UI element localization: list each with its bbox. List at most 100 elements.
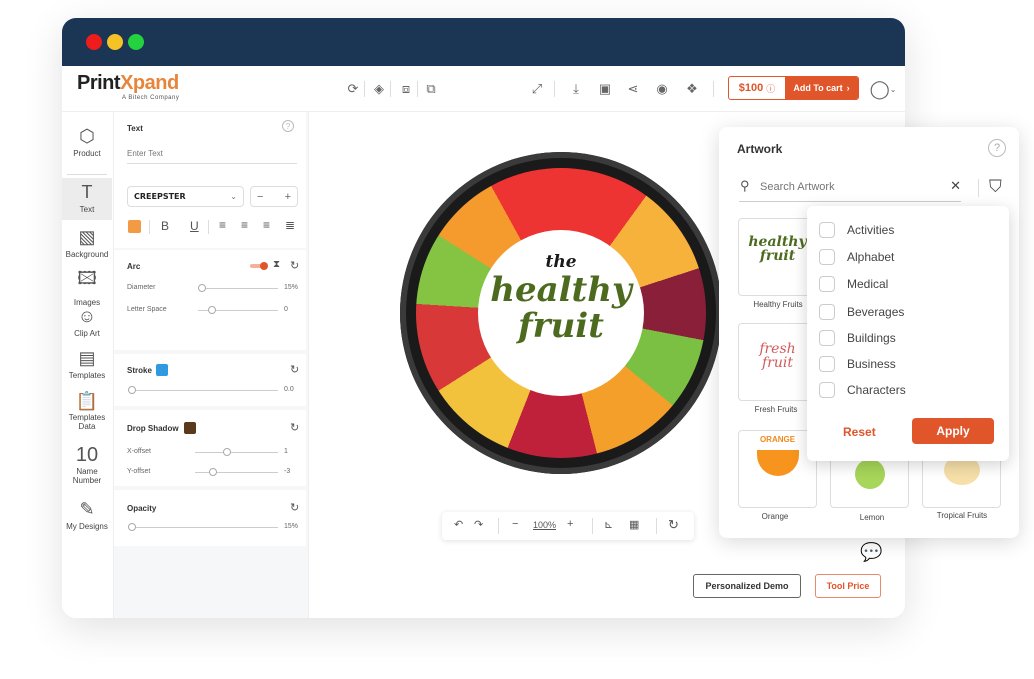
- flip-icon[interactable]: ⧗: [273, 259, 280, 270]
- minimize-dot[interactable]: [107, 34, 123, 50]
- help-icon[interactable]: ?: [282, 120, 294, 132]
- redo-icon[interactable]: ↷: [474, 518, 483, 531]
- layers-icon[interactable]: ◈: [371, 81, 387, 97]
- tool-price-button[interactable]: Tool Price: [815, 574, 881, 598]
- filter-option[interactable]: Buildings: [819, 330, 896, 346]
- zoom-in-icon[interactable]: +: [567, 518, 573, 530]
- filter-option[interactable]: Beverages: [819, 304, 904, 320]
- checkbox[interactable]: [819, 330, 835, 346]
- shadow-color-swatch[interactable]: [184, 422, 196, 434]
- label-circle[interactable]: the healthy fruit: [478, 230, 644, 396]
- chat-icon[interactable]: 💬: [860, 542, 882, 563]
- reset-icon[interactable]: ↻: [290, 501, 299, 514]
- design-text-healthy[interactable]: healthy: [478, 272, 644, 308]
- text-color-swatch[interactable]: [128, 220, 141, 233]
- x-offset-slider[interactable]: [195, 448, 278, 456]
- checkbox[interactable]: [819, 222, 835, 238]
- price-display[interactable]: $100 ⓘ: [729, 77, 785, 99]
- undo-icon[interactable]: ↶: [454, 518, 463, 531]
- y-offset-slider[interactable]: [195, 468, 278, 476]
- text-input[interactable]: [127, 144, 297, 164]
- bring-front-icon[interactable]: ⧈: [398, 81, 414, 97]
- diameter-slider[interactable]: [198, 284, 278, 292]
- personalized-demo-button[interactable]: Personalized Demo: [693, 574, 801, 598]
- sidebar-item-background[interactable]: ▧ Background: [62, 227, 112, 259]
- sidebar-item-templates[interactable]: ▤ Templates: [62, 348, 112, 380]
- apply-button[interactable]: Apply: [912, 418, 994, 444]
- 3d-view-icon[interactable]: ❖: [684, 81, 700, 97]
- plus-icon[interactable]: +: [285, 191, 291, 203]
- align-center-icon[interactable]: ≡: [241, 218, 248, 232]
- search-input[interactable]: [760, 177, 940, 197]
- fullscreen-icon[interactable]: ⤢: [529, 81, 545, 97]
- clear-icon[interactable]: ✕: [950, 178, 961, 194]
- opacity-slider[interactable]: [128, 523, 278, 531]
- refresh-icon[interactable]: ⟳: [345, 81, 361, 97]
- search-field[interactable]: ⚲ ✕: [739, 175, 961, 202]
- artwork-thumb-healthy-fruits[interactable]: healthy fruit: [738, 218, 817, 296]
- artwork-label: Tropical Fruits: [936, 511, 988, 520]
- justify-icon[interactable]: ≣: [285, 218, 295, 232]
- reset-icon[interactable]: ↻: [290, 363, 299, 376]
- stroke-color-swatch[interactable]: [156, 364, 168, 376]
- arc-toggle[interactable]: [250, 262, 268, 270]
- bold-icon[interactable]: B: [161, 219, 169, 233]
- zoom-out-icon[interactable]: −: [512, 518, 518, 530]
- help-icon[interactable]: ?: [988, 139, 1006, 157]
- filter-option[interactable]: Business: [819, 356, 896, 372]
- download-icon[interactable]: ⤓: [568, 81, 584, 97]
- maximize-dot[interactable]: [128, 34, 144, 50]
- underline-icon[interactable]: U: [190, 219, 199, 233]
- checkbox[interactable]: [819, 276, 835, 292]
- thumb-badge: ORANGE: [759, 435, 796, 444]
- design-text-fruit[interactable]: fruit: [478, 308, 644, 344]
- letter-space-slider[interactable]: [198, 306, 278, 314]
- stroke-slider[interactable]: [128, 386, 278, 394]
- filter-option[interactable]: Activities: [819, 222, 894, 238]
- save-icon[interactable]: ▣: [597, 81, 613, 97]
- sidebar-label: Clip Art: [74, 329, 100, 338]
- close-dot[interactable]: [86, 34, 102, 50]
- artwork-thumb-orange[interactable]: ORANGE: [738, 430, 817, 508]
- share-icon[interactable]: ⋖: [625, 81, 641, 97]
- user-avatar-icon[interactable]: ◯ ⌄: [870, 79, 897, 99]
- grid-icon[interactable]: ▦: [629, 518, 639, 531]
- filter-icon[interactable]: ⛉: [989, 177, 1002, 197]
- filter-option[interactable]: Alphabet: [819, 249, 894, 265]
- sidebar-item-product[interactable]: ⬡ Product: [62, 126, 112, 158]
- ruler-icon[interactable]: ⊾: [604, 518, 613, 531]
- sidebar-item-text[interactable]: T Text: [62, 178, 112, 220]
- filter-option[interactable]: Medical: [819, 276, 888, 292]
- font-select[interactable]: CREEPSTER ⌄: [127, 186, 244, 207]
- sidebar-item-clip-art[interactable]: ☺ Clip Art: [62, 306, 112, 338]
- align-left-icon[interactable]: ≡: [219, 218, 226, 232]
- filter-option[interactable]: Characters: [819, 382, 906, 398]
- search-icon: ⚲: [740, 178, 750, 193]
- checkbox[interactable]: [819, 382, 835, 398]
- checkbox[interactable]: [819, 249, 835, 265]
- artwork-thumb-fresh-fruits[interactable]: fresh fruit: [738, 323, 817, 401]
- sidebar-label: Text: [79, 205, 95, 214]
- reset-icon[interactable]: ↻: [290, 259, 299, 272]
- checkbox[interactable]: [819, 304, 835, 320]
- zoom-level[interactable]: 100%: [533, 520, 556, 530]
- sidebar-item-templates-data[interactable]: 📋 Templates Data: [62, 391, 112, 431]
- preview-icon[interactable]: ◉: [654, 81, 670, 97]
- send-back-icon[interactable]: ⧉: [423, 81, 439, 97]
- header: PrintXpand A Bitech Company ⟳ ◈ ⧈ ⧉ ⤢ ⤓ …: [62, 66, 905, 112]
- checkbox[interactable]: [819, 356, 835, 372]
- minus-icon[interactable]: −: [257, 191, 263, 203]
- reset-canvas-icon[interactable]: ↻: [668, 517, 679, 533]
- font-size-stepper[interactable]: − +: [250, 186, 298, 207]
- sidebar-item-my-designs[interactable]: ✎ My Designs: [62, 498, 112, 531]
- sidebar-label: Name Number: [72, 467, 102, 485]
- reset-icon[interactable]: ↻: [290, 421, 299, 434]
- add-to-cart-button[interactable]: Add To cart ›: [785, 77, 858, 99]
- sidebar-item-name-number[interactable]: 10 Name Number: [62, 445, 112, 485]
- reset-button[interactable]: Reset: [843, 425, 876, 439]
- price-value: $100: [738, 82, 764, 94]
- sidebar-item-images[interactable]: 🖾 Images: [62, 266, 112, 307]
- design-text-the[interactable]: the: [478, 252, 644, 272]
- product-lid[interactable]: the healthy fruit: [400, 152, 722, 474]
- align-right-icon[interactable]: ≡: [263, 218, 270, 232]
